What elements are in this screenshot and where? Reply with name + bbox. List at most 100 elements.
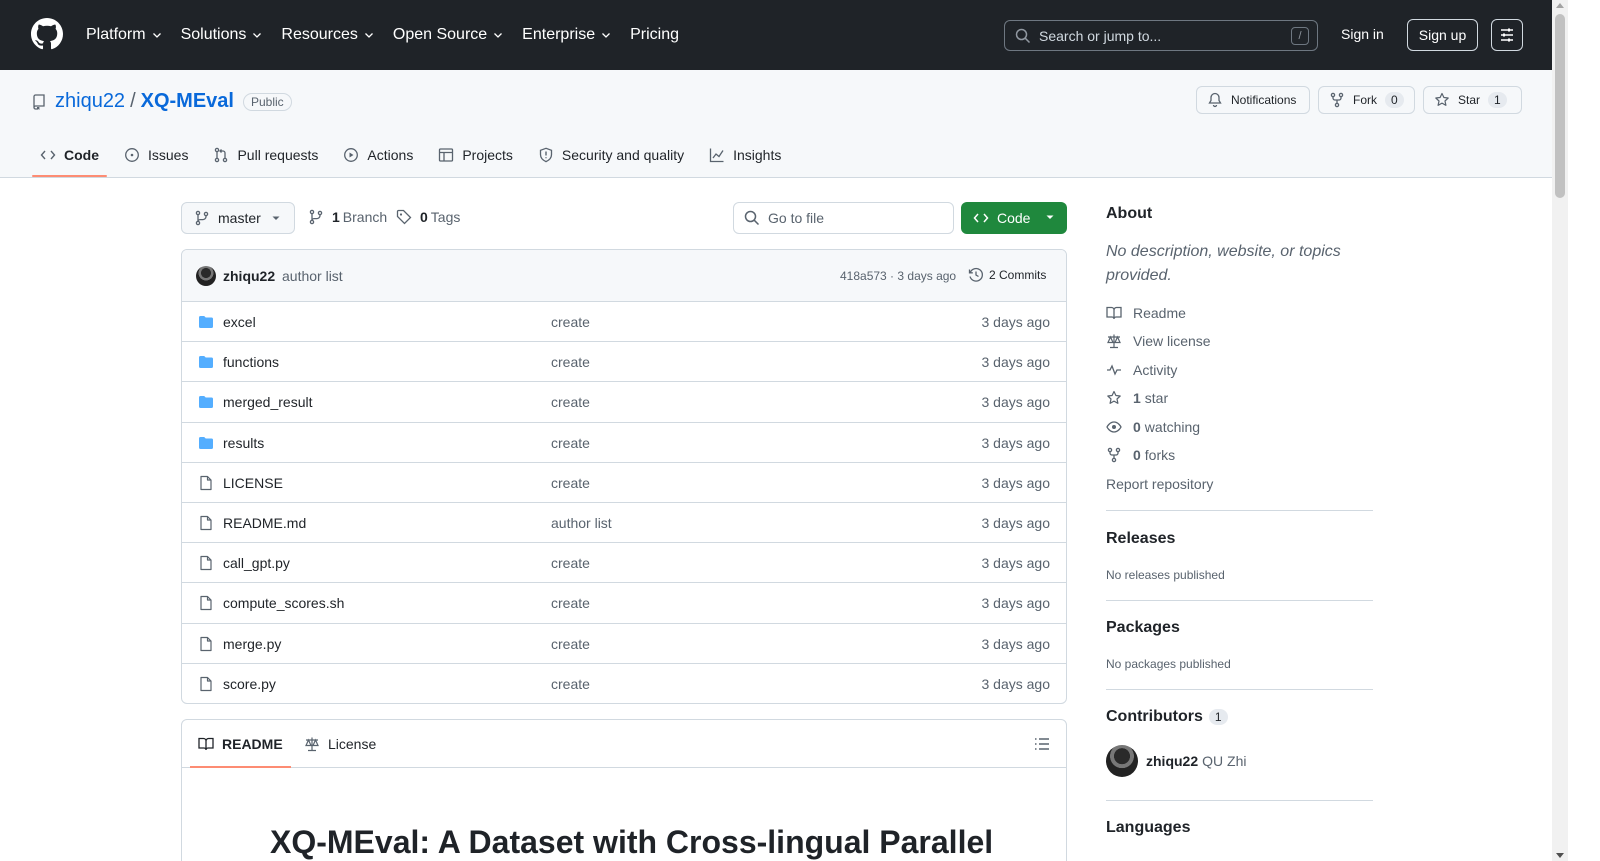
- file-commit-message[interactable]: create: [551, 475, 590, 491]
- scrollbar-thumb[interactable]: [1555, 14, 1565, 198]
- tab-issues[interactable]: Issues: [116, 135, 196, 175]
- sign-in-link[interactable]: Sign in: [1341, 26, 1384, 42]
- file-name-link[interactable]: LICENSE: [223, 475, 283, 491]
- file-commit-message[interactable]: create: [551, 435, 590, 451]
- star-button[interactable]: Star 1: [1423, 86, 1522, 114]
- notifications-label: Notifications: [1231, 93, 1297, 107]
- file-row[interactable]: score.py create 3 days ago: [182, 664, 1066, 703]
- license-tab[interactable]: License: [304, 720, 376, 767]
- author-avatar[interactable]: [196, 266, 216, 286]
- file-commit-date: 3 days ago: [981, 635, 1051, 652]
- license-link[interactable]: View license: [1106, 333, 1211, 349]
- releases-title[interactable]: Releases: [1106, 530, 1175, 548]
- file-name-link[interactable]: merge.py: [223, 636, 281, 652]
- file-row[interactable]: merge.py create 3 days ago: [182, 624, 1066, 664]
- go-to-file-input[interactable]: Go to file: [733, 202, 954, 234]
- file-commit-message[interactable]: create: [551, 595, 590, 611]
- file-row[interactable]: LICENSE create 3 days ago: [182, 463, 1066, 503]
- file-name-link[interactable]: excel: [223, 314, 256, 330]
- nav-resources[interactable]: Resources: [281, 24, 374, 46]
- branch-select-button[interactable]: master: [181, 202, 295, 234]
- file-name-link[interactable]: merged_result: [223, 394, 313, 410]
- file-commit-message[interactable]: create: [551, 394, 590, 410]
- search-input[interactable]: Search or jump to... /: [1004, 20, 1318, 51]
- readme-tab[interactable]: README: [190, 720, 291, 768]
- nav-open-source[interactable]: Open Source: [393, 24, 504, 46]
- file-name-link[interactable]: score.py: [223, 676, 276, 692]
- file-commit-message[interactable]: create: [551, 354, 590, 370]
- file-name-link[interactable]: call_gpt.py: [223, 555, 290, 571]
- file-row[interactable]: compute_scores.sh create 3 days ago: [182, 583, 1066, 624]
- contributors-title[interactable]: Contributors 1: [1106, 708, 1228, 726]
- branch-name: master: [218, 210, 261, 226]
- outline-list-icon[interactable]: [1034, 736, 1050, 752]
- nav-solutions[interactable]: Solutions: [181, 24, 264, 46]
- file-row[interactable]: results create 3 days ago: [182, 423, 1066, 463]
- forks-link[interactable]: 0 forks: [1106, 447, 1175, 463]
- code-dropdown-button[interactable]: Code: [961, 202, 1067, 234]
- file-row[interactable]: excel create 3 days ago: [182, 302, 1066, 343]
- file-commit-message[interactable]: create: [551, 636, 590, 652]
- folder-icon: [198, 354, 214, 370]
- watching-label: watching: [1144, 419, 1201, 435]
- nav-platform[interactable]: Platform: [86, 24, 163, 46]
- file-name-link[interactable]: results: [223, 435, 264, 451]
- file-row[interactable]: merged_result create 3 days ago: [182, 382, 1066, 423]
- scroll-down-arrow-icon[interactable]: [1556, 853, 1564, 858]
- branches-link[interactable]: 1 Branch: [308, 209, 387, 225]
- watchers-link[interactable]: 0 watching: [1106, 419, 1200, 435]
- tab-projects[interactable]: Projects: [430, 135, 521, 175]
- repo-name-link[interactable]: XQ-MEval: [141, 90, 234, 113]
- file-commit-message[interactable]: create: [551, 314, 590, 330]
- stars-link[interactable]: 1 star: [1106, 390, 1168, 406]
- file-row[interactable]: call_gpt.py create 3 days ago: [182, 543, 1066, 584]
- github-logo-icon[interactable]: [31, 18, 63, 50]
- nav-pricing[interactable]: Pricing: [630, 24, 679, 46]
- fork-count: 0: [1385, 92, 1404, 108]
- tab-actions[interactable]: Actions: [335, 135, 421, 175]
- readme-link[interactable]: Readme: [1106, 305, 1186, 321]
- commit-author-link[interactable]: zhiqu22: [223, 268, 275, 284]
- commit-message-link[interactable]: author list: [282, 268, 343, 284]
- tab-insights[interactable]: Insights: [701, 135, 789, 175]
- file-name-link[interactable]: README.md: [223, 515, 306, 531]
- packages-title[interactable]: Packages: [1106, 619, 1180, 637]
- file-name-link[interactable]: functions: [223, 354, 279, 370]
- file-name-link[interactable]: compute_scores.sh: [223, 595, 344, 611]
- commit-sha-time[interactable]: 418a573 · 3 days ago: [840, 269, 956, 283]
- file-commit-message[interactable]: author list: [551, 515, 612, 531]
- file-row[interactable]: README.md author list 3 days ago: [182, 503, 1066, 544]
- readme-tab-label: README: [222, 735, 283, 752]
- file-commit-message[interactable]: create: [551, 676, 590, 692]
- contributor-item[interactable]: zhiqu22 QU Zhi: [1106, 745, 1246, 777]
- fork-button[interactable]: Fork 0: [1318, 86, 1415, 114]
- chevron-down-icon: [364, 33, 373, 38]
- repo-owner-link[interactable]: zhiqu22: [55, 90, 125, 113]
- commits-link[interactable]: 2 Commits: [968, 267, 1046, 283]
- book-icon: [198, 737, 214, 750]
- file-commit-message[interactable]: create: [551, 555, 590, 571]
- scroll-up-arrow-icon[interactable]: [1556, 3, 1564, 8]
- sign-up-button[interactable]: Sign up: [1407, 19, 1478, 51]
- latest-commit-bar: zhiqu22 author list 418a573 · 3 days ago…: [182, 250, 1066, 302]
- history-icon: [968, 267, 983, 282]
- tab-security[interactable]: Security and quality: [530, 135, 692, 175]
- file-commit-date: 3 days ago: [981, 514, 1051, 531]
- repository-header: zhiqu22 / XQ-MEval Public Notifications …: [0, 70, 1552, 178]
- folder-icon: [198, 314, 214, 330]
- menu-button[interactable]: [1491, 19, 1523, 51]
- report-repository-link[interactable]: Report repository: [1106, 476, 1213, 492]
- file-commit-date: 3 days ago: [981, 434, 1051, 451]
- notifications-button[interactable]: Notifications: [1196, 86, 1310, 114]
- file-commit-date: 3 days ago: [981, 474, 1051, 491]
- page-scrollbar[interactable]: [1552, 0, 1568, 861]
- tags-link[interactable]: 0 Tags: [396, 209, 460, 225]
- tab-pull-requests-label: Pull requests: [237, 147, 319, 163]
- file-row[interactable]: functions create 3 days ago: [182, 342, 1066, 383]
- nav-enterprise[interactable]: Enterprise: [522, 24, 612, 46]
- tab-pull-requests[interactable]: Pull requests: [205, 135, 326, 175]
- tab-code[interactable]: Code: [32, 135, 107, 177]
- activity-link[interactable]: Activity: [1106, 362, 1177, 378]
- license-link-label: View license: [1133, 333, 1211, 349]
- code-icon: [40, 150, 56, 160]
